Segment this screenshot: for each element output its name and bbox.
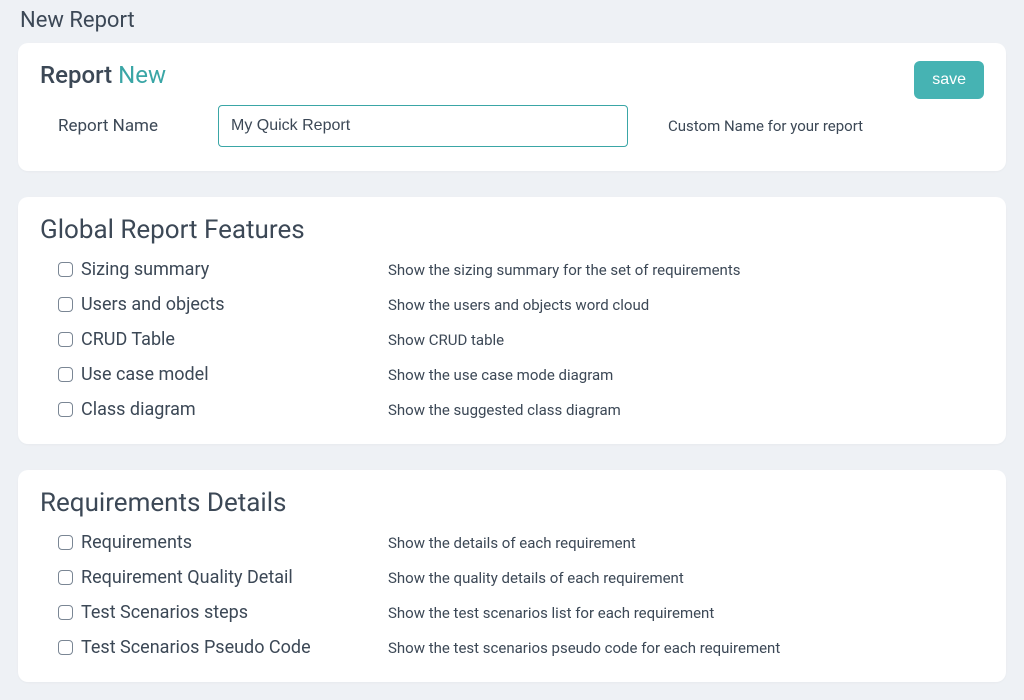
feature-desc: Show the use case mode diagram: [388, 366, 613, 384]
checkbox-icon[interactable]: [58, 402, 73, 417]
feature-desc: Show the users and objects word cloud: [388, 296, 649, 314]
feature-row: Use case model Show the use case mode di…: [58, 364, 984, 385]
report-heading-suffix: New: [118, 61, 166, 89]
checkbox-icon[interactable]: [58, 605, 73, 620]
checkbox-icon[interactable]: [58, 535, 73, 550]
feature-row: Test Scenarios steps Show the test scena…: [58, 602, 984, 623]
requirements-details-list: Requirements Show the details of each re…: [40, 532, 984, 658]
checkbox-icon[interactable]: [58, 570, 73, 585]
feature-row: CRUD Table Show CRUD table: [58, 329, 984, 350]
report-name-hint: Custom Name for your report: [668, 117, 863, 135]
checkbox-icon[interactable]: [58, 262, 73, 277]
report-name-label: Report Name: [58, 116, 178, 136]
save-button[interactable]: save: [914, 61, 984, 99]
feature-label: Class diagram: [81, 399, 196, 420]
feature-label: Requirement Quality Detail: [81, 567, 293, 588]
feature-desc: Show the sizing summary for the set of r…: [388, 261, 741, 279]
report-header-card: Report New Report Name Custom Name for y…: [18, 43, 1006, 171]
feature-label: Users and objects: [81, 294, 225, 315]
feature-desc: Show the details of each requirement: [388, 534, 636, 552]
report-header-left: Report New Report Name Custom Name for y…: [40, 61, 863, 147]
feature-desc: Show CRUD table: [388, 331, 504, 349]
feature-row: Test Scenarios Pseudo Code Show the test…: [58, 637, 984, 658]
global-features-title: Global Report Features: [40, 215, 984, 245]
global-features-card: Global Report Features Sizing summary Sh…: [18, 197, 1006, 444]
checkbox-icon[interactable]: [58, 332, 73, 347]
feature-desc: Show the quality details of each require…: [388, 569, 684, 587]
feature-row: Requirements Show the details of each re…: [58, 532, 984, 553]
report-name-row: Report Name Custom Name for your report: [40, 105, 863, 147]
feature-label: Test Scenarios steps: [81, 602, 248, 623]
page-title: New Report: [18, 0, 1006, 43]
feature-label: CRUD Table: [81, 329, 175, 350]
checkbox-icon[interactable]: [58, 640, 73, 655]
report-heading-prefix: Report: [40, 61, 112, 89]
feature-label: Use case model: [81, 364, 209, 385]
requirements-details-title: Requirements Details: [40, 488, 984, 518]
feature-label: Sizing summary: [81, 259, 209, 280]
report-heading: Report New: [40, 61, 863, 89]
feature-desc: Show the test scenarios pseudo code for …: [388, 639, 780, 657]
feature-row: Requirement Quality Detail Show the qual…: [58, 567, 984, 588]
feature-row: Users and objects Show the users and obj…: [58, 294, 984, 315]
checkbox-icon[interactable]: [58, 367, 73, 382]
feature-desc: Show the test scenarios list for each re…: [388, 604, 714, 622]
report-name-input[interactable]: [218, 105, 628, 147]
feature-desc: Show the suggested class diagram: [388, 401, 621, 419]
feature-label: Test Scenarios Pseudo Code: [81, 637, 311, 658]
feature-row: Sizing summary Show the sizing summary f…: [58, 259, 984, 280]
requirements-details-card: Requirements Details Requirements Show t…: [18, 470, 1006, 682]
checkbox-icon[interactable]: [58, 297, 73, 312]
feature-row: Class diagram Show the suggested class d…: [58, 399, 984, 420]
global-features-list: Sizing summary Show the sizing summary f…: [40, 259, 984, 420]
feature-label: Requirements: [81, 532, 192, 553]
